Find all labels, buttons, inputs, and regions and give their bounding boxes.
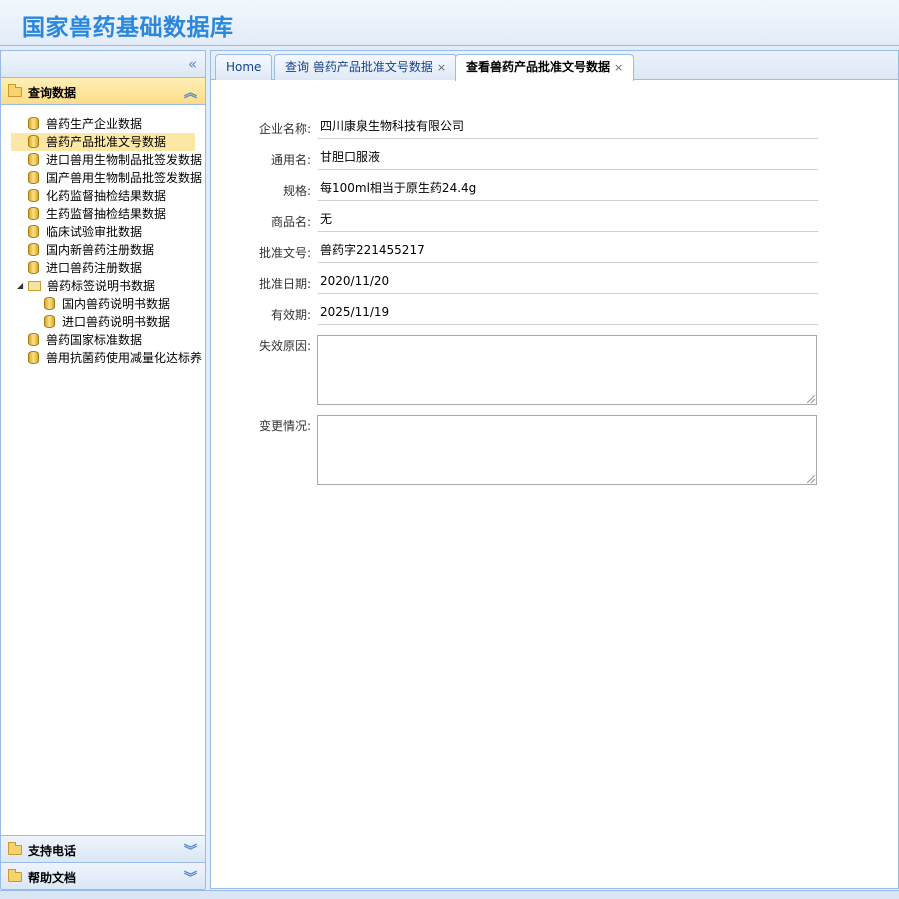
tab-strip: Home 查询 兽药产品批准文号数据 × 查看兽药产品批准文号数据 × [211,51,898,81]
database-icon [44,315,55,328]
tree-item-selected[interactable]: 兽药产品批准文号数据 [11,133,195,151]
tree-item[interactable]: 进口兽药注册数据 [28,259,142,277]
left-sidebar: « 查询数据 ︽ 兽药生产企业数据 兽药产品批准文号数据 进口兽用生物制品批签发… [0,50,206,890]
approval-date-field[interactable]: 2020/11/20 [318,270,818,294]
database-icon [44,297,55,310]
field-label: 企业名称: [258,122,311,136]
tab-home[interactable]: Home [215,54,273,80]
folder-icon [8,84,22,97]
accordion-label: 查询数据 [28,86,77,100]
accordion-label: 帮助文档 [28,871,77,885]
trade-name-field[interactable]: 无 [318,208,818,232]
tree-item[interactable]: 国产兽用生物制品批签发数据 [28,169,202,187]
tree-item[interactable]: 兽用抗菌药使用减量化达标养 [28,349,202,367]
close-icon[interactable]: × [437,61,446,74]
nav-tree: 兽药生产企业数据 兽药产品批准文号数据 进口兽用生物制品批签发数据 国产兽用生物… [1,107,205,825]
field-label: 批准文号: [258,246,311,260]
database-icon [28,135,39,148]
tab-view-approval[interactable]: 查看兽药产品批准文号数据 × [455,54,635,81]
field-label: 批准日期: [258,277,311,291]
database-icon [28,261,39,274]
double-chevron-down-icon[interactable]: ︾ [184,867,197,886]
database-icon [28,117,39,130]
app-header: 国家兽药基础数据库 [0,0,899,46]
field-label: 变更情况: [258,419,311,433]
valid-until-field[interactable]: 2025/11/19 [318,301,818,325]
company-name-field[interactable]: 四川康泉生物科技有限公司 [318,115,818,139]
accordion-label: 支持电话 [28,844,77,858]
invalid-reason-textarea[interactable] [317,335,817,405]
main-panel: Home 查询 兽药产品批准文号数据 × 查看兽药产品批准文号数据 × 企业名称: … [210,50,899,889]
double-chevron-left-icon[interactable]: « [188,55,197,73]
tree-item[interactable]: 临床试验审批数据 [28,223,142,241]
accordion-header-help[interactable]: 帮助文档 ︾ [1,863,205,890]
tab-query-approval[interactable]: 查询 兽药产品批准文号数据 × [274,54,458,80]
tree-folder-item[interactable]: ◢ 兽药标签说明书数据 [1,277,155,295]
change-info-textarea[interactable] [317,415,817,485]
generic-name-field[interactable]: 甘胆口服液 [318,146,818,170]
field-label: 规格: [282,184,311,198]
field-label: 失效原因: [258,339,311,353]
folder-icon [8,869,22,882]
sidebar-collapse-bar: « [1,51,205,78]
accordion-header-query[interactable]: 查询数据 ︽ [1,78,205,105]
folder-icon [28,281,41,291]
field-label: 通用名: [270,153,311,167]
tree-item[interactable]: 化药监督抽检结果数据 [28,187,166,205]
database-icon [28,351,39,364]
specification-field[interactable]: 每100ml相当于原生药24.4g [318,177,818,201]
double-chevron-up-icon[interactable]: ︽ [184,82,197,101]
database-icon [28,207,39,220]
tree-item[interactable]: 进口兽用生物制品批签发数据 [28,151,202,169]
database-icon [28,153,39,166]
tree-item[interactable]: 生药监督抽检结果数据 [28,205,166,223]
double-chevron-down-icon[interactable]: ︾ [184,840,197,859]
database-icon [28,225,39,238]
approval-number-field[interactable]: 兽药字221455217 [318,239,818,263]
tree-item[interactable]: 国内兽药说明书数据 [44,295,170,313]
folder-icon [8,842,22,855]
tree-item[interactable]: 兽药生产企业数据 [28,115,142,133]
tree-item[interactable]: 进口兽药说明书数据 [44,313,170,331]
database-icon [28,171,39,184]
field-label: 有效期: [270,308,311,322]
close-icon[interactable]: × [614,61,623,74]
tree-item[interactable]: 兽药国家标准数据 [28,331,142,349]
database-icon [28,243,39,256]
accordion-support-wrapper: 支持电话 ︾ 帮助文档 ︾ [1,835,205,890]
app-title: 国家兽药基础数据库 [22,15,234,41]
footer-strip [0,890,899,899]
field-label: 商品名: [270,215,311,229]
tree-item[interactable]: 国内新兽药注册数据 [28,241,154,259]
database-icon [28,333,39,346]
accordion-header-support[interactable]: 支持电话 ︾ [1,836,205,863]
expand-triangle-icon[interactable]: ◢ [17,277,23,295]
database-icon [28,189,39,202]
